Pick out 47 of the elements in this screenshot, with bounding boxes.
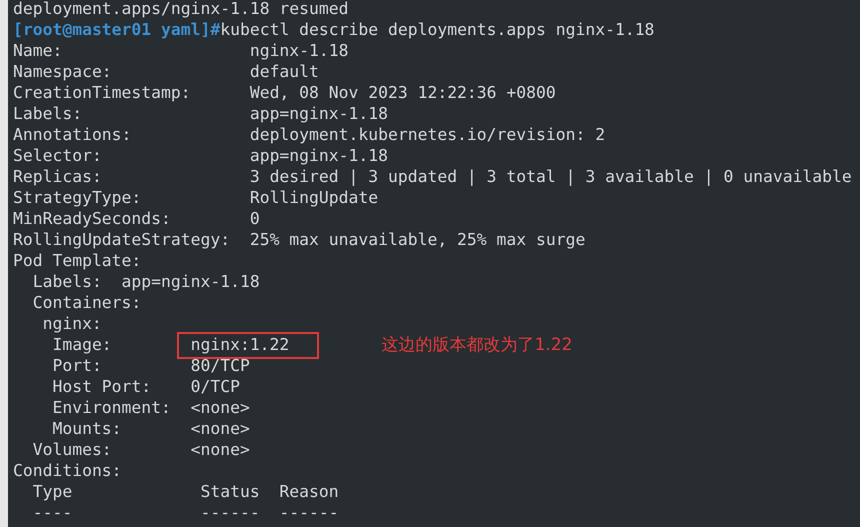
field-label: StrategyType: xyxy=(13,187,142,210)
column-header: Reason xyxy=(279,481,339,504)
output-line: deployment.apps/nginx-1.18 resumed xyxy=(13,0,349,20)
column-header: Status xyxy=(200,481,261,504)
field-label: MinReadySeconds: xyxy=(13,208,172,230)
field-value: app=nginx-1.18 xyxy=(122,271,260,294)
container-name: nginx: xyxy=(42,313,102,336)
field-value: <none> xyxy=(190,439,250,462)
field-label: Host Port: xyxy=(52,376,152,398)
field-value: 0/TCP xyxy=(190,376,240,398)
field-value: 3 desired | 3 updated | 3 total | 3 available | 0 unavailable xyxy=(250,166,852,188)
field-label: Mounts: xyxy=(52,418,123,440)
field-value: deployment.kubernetes.io/revision: 2 xyxy=(250,124,606,146)
annotation-text: 这边的版本都改为了1.22 xyxy=(382,334,572,357)
column-separator: ------ xyxy=(200,502,261,524)
field-value: app=nginx-1.18 xyxy=(250,103,388,126)
field-label: Port: xyxy=(52,355,103,378)
field-value: Wed, 08 Nov 2023 12:22:36 +0800 xyxy=(250,82,556,104)
shell-prompt: [root@master01 yaml]# xyxy=(13,19,220,42)
field-value: app=nginx-1.18 xyxy=(250,145,388,168)
field-value: 25% max unavailable, 25% max surge xyxy=(250,229,586,252)
field-label: Annotations: xyxy=(13,124,132,146)
section-heading: Containers: xyxy=(32,292,142,314)
command-text: kubectl describe deployments.apps nginx-1.18 xyxy=(220,19,654,42)
section-heading: Pod Template: xyxy=(13,250,142,272)
field-label: Environment: xyxy=(52,397,172,420)
field-label: Labels: xyxy=(32,271,103,294)
field-value: RollingUpdate xyxy=(250,187,378,210)
field-label: CreationTimestamp: xyxy=(13,82,192,104)
field-value: nginx-1.18 xyxy=(250,40,349,62)
field-value: <none> xyxy=(190,397,250,420)
field-label: Labels: xyxy=(13,103,84,126)
column-separator: ---- xyxy=(32,502,74,524)
highlighted-value: nginx:1.22 xyxy=(176,332,319,359)
field-label: Image: xyxy=(52,334,113,356)
column-header: Type xyxy=(32,481,74,504)
field-label: Replicas: xyxy=(13,166,103,188)
field-value: default xyxy=(250,61,319,84)
field-label: Volumes: xyxy=(32,439,113,462)
field-label: Namespace: xyxy=(13,61,113,84)
field-value: <none> xyxy=(190,418,250,440)
section-heading: Conditions: xyxy=(13,460,122,482)
field-label: Name: xyxy=(13,40,64,62)
field-value: 0 xyxy=(250,208,260,230)
column-separator: ------ xyxy=(279,502,339,524)
field-label: Selector: xyxy=(13,145,103,168)
field-label: RollingUpdateStrategy: xyxy=(13,229,232,252)
